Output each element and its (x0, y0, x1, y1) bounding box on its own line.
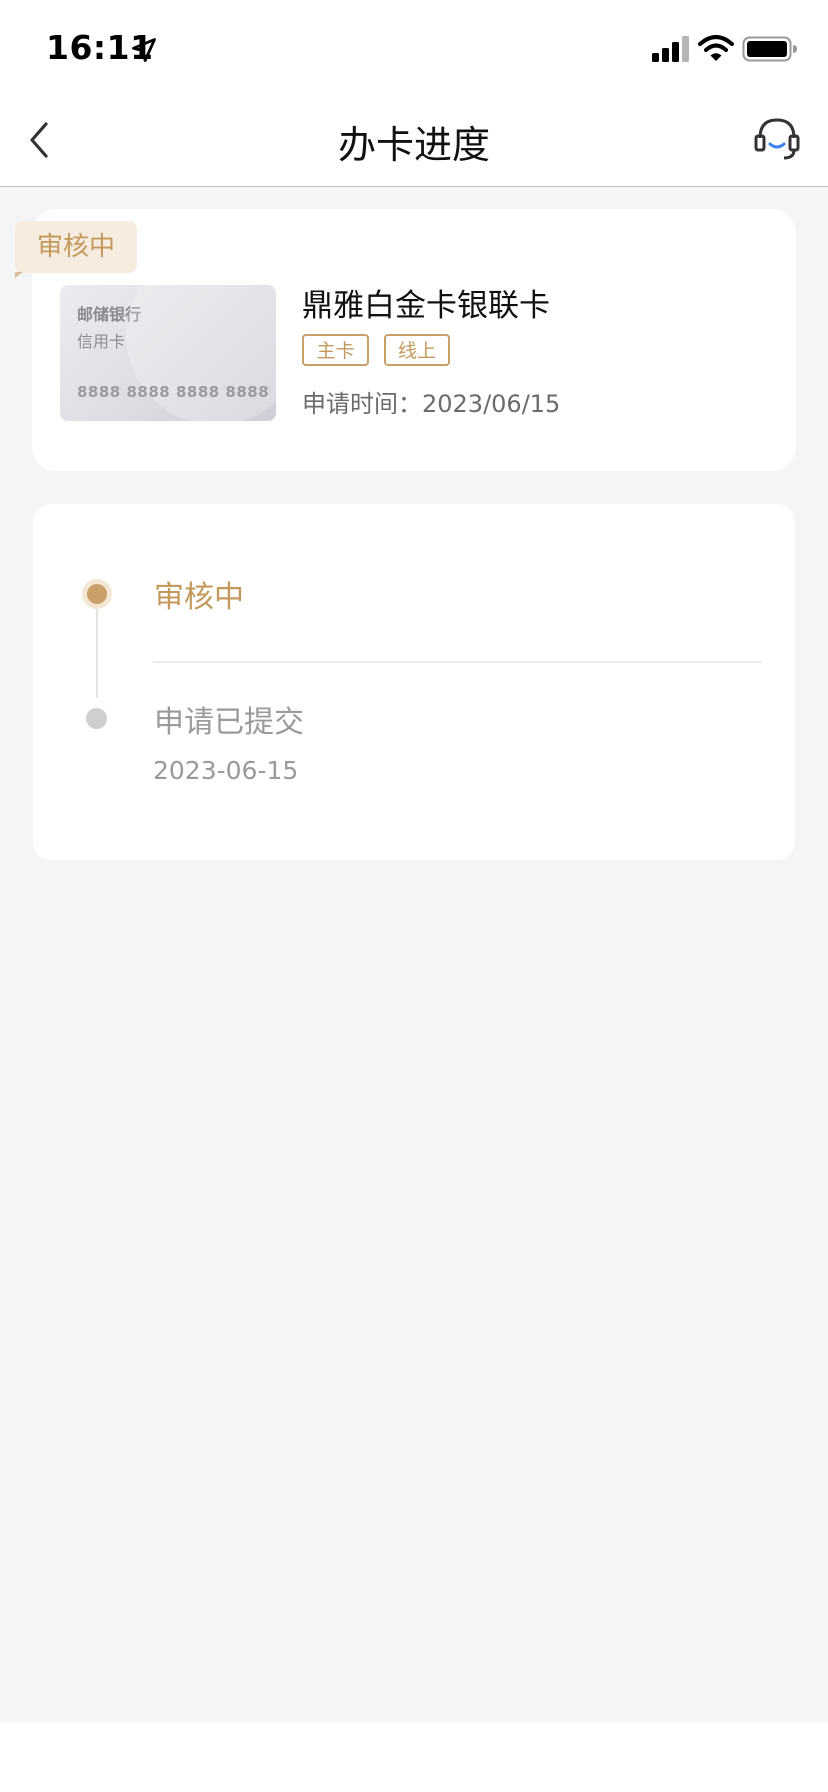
timeline-dot-done (86, 708, 107, 729)
headset-icon[interactable] (754, 114, 800, 164)
battery-icon (742, 36, 797, 62)
step-divider (153, 661, 762, 663)
location-arrow-icon (132, 38, 156, 62)
credit-card-thumbnail: 邮储银行 信用卡 8888 8888 8888 8888 (60, 285, 276, 421)
card-number: 8888 8888 8888 8888 (77, 383, 270, 401)
card-type-label: 信用卡 (77, 332, 126, 351)
ribbon-fold (15, 272, 23, 278)
tag-online: 线上 (384, 334, 450, 366)
step-label-submitted: 申请已提交 (154, 705, 304, 740)
card-bank-name: 邮储银行 (77, 305, 142, 324)
status-badge: 审核中 (15, 221, 137, 273)
cellular-signal-icon (652, 36, 689, 62)
timeline-dot-active (87, 584, 107, 604)
page-title: 办卡进度 (337, 123, 490, 167)
apply-time: 申请时间：2023/06/15 (302, 390, 561, 418)
wifi-icon (698, 35, 734, 61)
bottom-safe-area (0, 1722, 828, 1792)
tag-primary-card: 主卡 (302, 334, 369, 366)
progress-panel (33, 504, 795, 860)
status-bar: 16:11 (0, 0, 828, 96)
nav-bar: 办卡进度 (0, 96, 828, 187)
card-product-name: 鼎雅白金卡银联卡 (302, 288, 550, 324)
step-date-submitted: 2023-06-15 (153, 756, 299, 785)
step-label-reviewing: 审核中 (154, 580, 244, 615)
